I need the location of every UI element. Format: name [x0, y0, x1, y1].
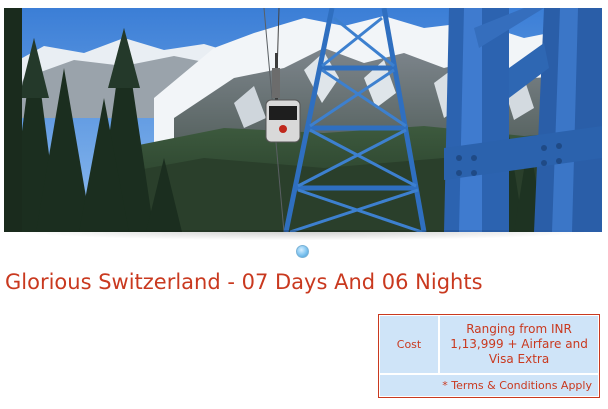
page: Glorious Switzerland - 07 Days And 06 Ni… — [0, 0, 608, 409]
terms-conditions-link[interactable]: * Terms & Conditions Apply — [380, 375, 598, 396]
cost-label: Cost — [380, 316, 438, 373]
page-title: Glorious Switzerland - 07 Days And 06 Ni… — [5, 270, 483, 294]
cost-value: Ranging from INR 1,13,999 + Airfare and … — [440, 316, 598, 373]
cost-row: Cost Ranging from INR 1,13,999 + Airfare… — [380, 316, 598, 373]
cost-table: Cost Ranging from INR 1,13,999 + Airfare… — [378, 314, 600, 398]
slide-pager-dot[interactable] — [296, 245, 309, 258]
hero-image — [4, 8, 602, 232]
hero-shadow — [24, 230, 584, 240]
